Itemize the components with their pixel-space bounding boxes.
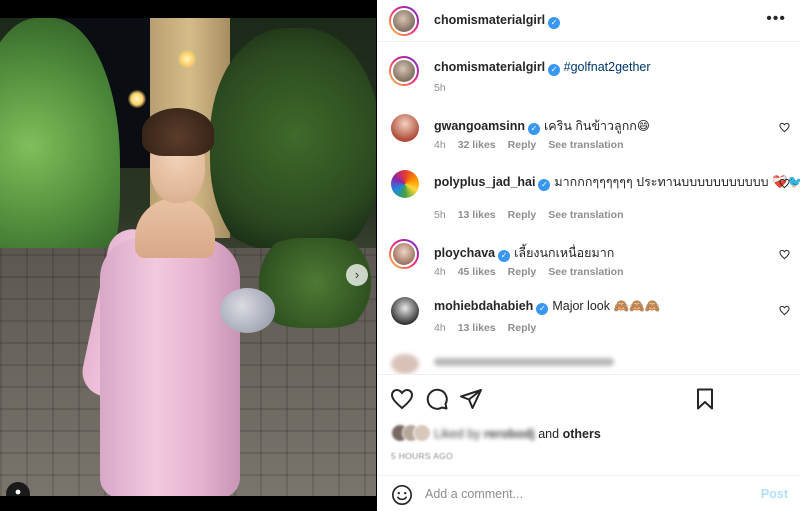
- commenter-avatar[interactable]: [389, 239, 419, 269]
- comment-username[interactable]: polyplus_jad_hai: [434, 175, 535, 189]
- comment-item: ploychava ✓ เลี้ยงนกเหนื่อยมาก 4h 45 likes…: [377, 239, 800, 299]
- comment-username[interactable]: ploychava: [434, 246, 495, 260]
- comments-list[interactable]: chomismaterialgirl ✓ #golfnat2gether 5h g…: [377, 46, 800, 374]
- bookmark-icon[interactable]: [693, 387, 717, 411]
- comment-composer: Post: [377, 475, 800, 511]
- reply-button[interactable]: Reply: [508, 139, 537, 151]
- commenter-avatar[interactable]: [391, 170, 419, 198]
- caption-avatar[interactable]: [389, 56, 419, 86]
- comment-item: mohiebdahabieh ✓ Major look 🙈🙈🙈 4h 13 like…: [377, 297, 800, 355]
- liked-by-text[interactable]: Liked by rerobodj and others: [434, 427, 601, 441]
- verified-badge-icon: ✓: [548, 17, 561, 29]
- caption: chomismaterialgirl ✓ #golfnat2gether: [434, 60, 651, 76]
- comment-time: 4h: [434, 139, 446, 151]
- see-translation-button[interactable]: See translation: [548, 139, 623, 151]
- commenter-avatar[interactable]: [391, 114, 419, 142]
- emoji-icon[interactable]: [391, 484, 413, 506]
- chevron-right-icon: ›: [354, 267, 360, 282]
- post-header: chomismaterialgirl ✓ •••: [377, 0, 800, 42]
- comment-text: มากกกๆๆๆๆๆๆ ประทานบบบบบบบบบบบ ❤️‍🩹🐦: [554, 175, 800, 189]
- see-translation-button[interactable]: See translation: [548, 209, 623, 221]
- more-horizontal-icon: •••: [766, 10, 786, 27]
- comment-text: Major look 🙈🙈🙈: [552, 299, 661, 313]
- more-options-button[interactable]: •••: [766, 10, 786, 28]
- post-viewer: › chomismaterialgirl ✓ ••• chomismateria…: [0, 0, 800, 511]
- comment-item: gwangoamsinn ✓ เคริน กินข้าวลูกก😄 4h 32 li…: [377, 114, 800, 172]
- comment-text: เคริน กินข้าวลูกก😄: [543, 119, 650, 133]
- caption-hashtag[interactable]: #golfnat2gether: [564, 60, 651, 74]
- post-timestamp: 5 HOURS AGO: [391, 451, 453, 461]
- author-username[interactable]: chomismaterialgirl ✓: [434, 13, 561, 29]
- comment-item-partial: [377, 348, 800, 374]
- liked-by-others-link[interactable]: others: [563, 427, 601, 441]
- comment-time: 5h: [434, 209, 446, 221]
- pink-dress: [100, 238, 240, 496]
- verified-badge-icon: ✓: [538, 179, 551, 191]
- reply-button[interactable]: Reply: [508, 322, 537, 334]
- post-side-panel: chomismaterialgirl ✓ ••• chomismaterialgi…: [377, 0, 800, 511]
- reply-button[interactable]: Reply: [508, 266, 537, 278]
- comment-likes[interactable]: 32 likes: [458, 139, 496, 151]
- comment-input[interactable]: [425, 484, 725, 504]
- caption-time: 5h: [434, 82, 446, 94]
- comment-time: 4h: [434, 266, 446, 278]
- heart-icon[interactable]: [390, 387, 414, 411]
- comment-time: 4h: [434, 322, 446, 334]
- liked-by-avatars[interactable]: [391, 424, 431, 442]
- author-avatar[interactable]: [389, 6, 419, 36]
- see-translation-button[interactable]: See translation: [548, 266, 623, 278]
- person-hair: [142, 108, 214, 156]
- commenter-avatar[interactable]: [391, 297, 419, 325]
- reply-button[interactable]: Reply: [508, 209, 537, 221]
- verified-badge-icon: ✓: [548, 64, 561, 76]
- comment-likes[interactable]: 13 likes: [458, 209, 496, 221]
- heart-icon[interactable]: [779, 122, 790, 133]
- comment-text: เลี้ยงนกเหนื่อยมาก: [514, 246, 615, 260]
- post-comment-button[interactable]: Post: [761, 487, 788, 501]
- liked-by-prefix: Liked by: [434, 427, 481, 441]
- liked-by-user[interactable]: rerobodj: [484, 427, 535, 441]
- heart-icon[interactable]: [779, 305, 790, 316]
- comment-username[interactable]: mohiebdahabieh: [434, 299, 533, 313]
- comment-icon[interactable]: [425, 387, 449, 411]
- post-photo[interactable]: ›: [0, 18, 376, 496]
- post-actions: Liked by rerobodj and others 5 HOURS AGO: [377, 374, 800, 474]
- lamp-glow: [178, 50, 196, 68]
- lamp-glow: [128, 90, 146, 108]
- pigeon: [220, 288, 275, 333]
- comment-likes[interactable]: 13 likes: [458, 322, 496, 334]
- verified-badge-icon: ✓: [536, 303, 549, 315]
- next-slide-button[interactable]: ›: [346, 264, 368, 286]
- heart-icon[interactable]: [779, 249, 790, 260]
- comment-item: polyplus_jad_hai ✓ มากกกๆๆๆๆๆๆ ประทานบบบบบ…: [377, 170, 800, 228]
- verified-badge-icon: ✓: [498, 250, 511, 262]
- liked-by-and: and: [538, 427, 560, 441]
- author-name[interactable]: chomismaterialgirl: [434, 13, 545, 27]
- heart-icon[interactable]: [779, 178, 790, 189]
- share-icon[interactable]: [459, 387, 483, 411]
- verified-badge-icon: ✓: [527, 123, 540, 135]
- caption-username[interactable]: chomismaterialgirl: [434, 60, 545, 74]
- user-tag-icon: [15, 489, 21, 495]
- tree-right: [210, 28, 376, 268]
- comment-likes[interactable]: 45 likes: [458, 266, 496, 278]
- comment-username[interactable]: gwangoamsinn: [434, 119, 525, 133]
